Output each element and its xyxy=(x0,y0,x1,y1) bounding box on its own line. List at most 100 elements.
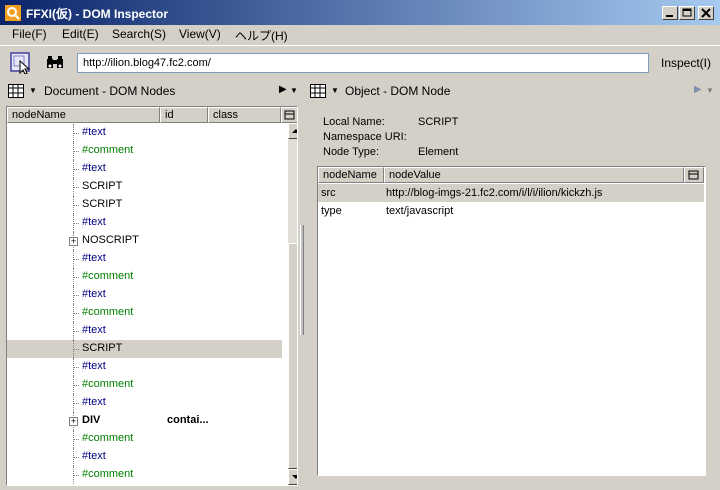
column-header-nodename[interactable]: nodeName xyxy=(7,107,160,123)
tree-guide xyxy=(73,331,79,332)
node-name: #text xyxy=(82,360,106,372)
tree-guide xyxy=(73,349,79,350)
play-arrow-icon[interactable]: ▶ xyxy=(694,84,702,95)
column-header-nodename[interactable]: nodeName xyxy=(318,167,384,183)
tree-guide xyxy=(73,151,79,152)
node-name: #text xyxy=(82,162,106,174)
vertical-scrollbar[interactable] xyxy=(288,123,297,485)
node-name: #text xyxy=(82,450,106,462)
node-name: #text xyxy=(82,252,106,264)
tree-guide xyxy=(73,385,79,386)
maximize-icon xyxy=(682,8,692,17)
node-name: #comment xyxy=(82,378,134,390)
scrollbar-thumb[interactable] xyxy=(288,243,297,469)
menu-search[interactable]: Search(S) xyxy=(112,27,166,41)
namespace-label: Namespace URI: xyxy=(323,131,407,143)
scroll-down-button[interactable] xyxy=(288,469,297,485)
tree-row[interactable]: #comment xyxy=(7,142,282,160)
tree-guide xyxy=(73,277,79,278)
close-icon xyxy=(701,8,711,18)
app-icon xyxy=(5,5,21,21)
tree-row[interactable]: + DIV contai... xyxy=(7,412,282,430)
tree-row[interactable]: #text xyxy=(7,394,282,412)
attribute-name: src xyxy=(321,187,336,199)
tree-row[interactable]: SCRIPT xyxy=(7,340,282,358)
menu-edit[interactable]: Edit(E) xyxy=(62,27,99,41)
minimize-button[interactable] xyxy=(662,6,678,20)
node-name: SCRIPT xyxy=(82,180,123,192)
inspect-button[interactable]: Inspect(I) xyxy=(656,56,716,70)
dom-tree[interactable]: nodeName id class #text #comment #text SCRI… xyxy=(6,106,298,486)
expand-toggle[interactable]: + xyxy=(69,417,78,426)
url-input[interactable] xyxy=(77,53,649,73)
expand-toggle[interactable]: + xyxy=(69,237,78,246)
tree-row[interactable]: + NOSCRIPT xyxy=(7,232,282,250)
node-type-label: Node Type: xyxy=(323,146,380,158)
scroll-up-button[interactable] xyxy=(288,123,297,139)
column-header-id[interactable]: id xyxy=(160,107,208,123)
chevron-down-icon[interactable]: ▼ xyxy=(331,86,339,95)
arrow-up-icon xyxy=(292,129,297,133)
tree-row[interactable]: SCRIPT xyxy=(7,178,282,196)
panel-grid-icon[interactable] xyxy=(310,84,326,98)
column-picker-icon xyxy=(688,170,699,180)
right-pane-header: ▼ Object - DOM Node ▶ ▼ xyxy=(304,80,720,102)
tree-row[interactable]: #comment xyxy=(7,376,282,394)
title-bar[interactable]: FFXI(仮) - DOM Inspector xyxy=(0,0,720,25)
tree-row[interactable]: #text xyxy=(7,448,282,466)
play-arrow-icon[interactable]: ▶ xyxy=(279,84,287,95)
close-button[interactable] xyxy=(698,6,714,20)
node-name: SCRIPT xyxy=(82,198,123,210)
column-header-nodevalue[interactable]: nodeValue xyxy=(384,167,684,183)
tree-row[interactable]: #text xyxy=(7,250,282,268)
node-name: #text xyxy=(82,216,106,228)
tree-guide xyxy=(73,313,79,314)
tree-guide xyxy=(73,403,79,404)
attributes-table[interactable]: nodeName nodeValue src http://blog-imgs-2… xyxy=(317,166,706,476)
tree-guide xyxy=(73,133,79,134)
node-id: contai... xyxy=(167,414,209,426)
tree-row[interactable]: #text xyxy=(7,214,282,232)
tree-row[interactable]: #text xyxy=(7,160,282,178)
tree-row[interactable]: SCRIPT xyxy=(7,196,282,214)
tree-rows: #text #comment #text SCRIPT SCRIPT #text + NOSC… xyxy=(7,124,282,484)
tree-row[interactable]: #comment xyxy=(7,466,282,484)
attribute-name: type xyxy=(321,205,342,217)
splitter-grip[interactable] xyxy=(300,225,304,335)
tree-guide xyxy=(73,259,79,260)
panel-grid-icon[interactable] xyxy=(8,84,24,98)
tree-row[interactable]: #text xyxy=(7,286,282,304)
tree-guide xyxy=(73,295,79,296)
chevron-down-icon[interactable]: ▼ xyxy=(706,86,714,95)
arrow-down-icon xyxy=(292,475,297,479)
column-header-class[interactable]: class xyxy=(208,107,281,123)
tree-row[interactable]: #comment xyxy=(7,430,282,448)
tree-guide xyxy=(73,475,79,476)
chevron-down-icon[interactable]: ▼ xyxy=(290,86,298,95)
tree-row[interactable]: #comment xyxy=(7,304,282,322)
tree-row[interactable]: #comment xyxy=(7,268,282,286)
column-picker-button[interactable] xyxy=(684,167,704,183)
node-name: #text xyxy=(82,324,106,336)
maximize-button[interactable] xyxy=(679,6,695,20)
binoculars-icon[interactable] xyxy=(45,53,65,73)
attribute-value: text/javascript xyxy=(386,205,454,217)
attribute-row[interactable]: src http://blog-imgs-21.fc2.com/i/l/i/ili… xyxy=(318,184,704,202)
tree-guide xyxy=(73,205,79,206)
node-type-value: Element xyxy=(418,146,459,158)
tree-row[interactable]: #text xyxy=(7,322,282,340)
inspect-pointer-icon[interactable] xyxy=(10,52,32,74)
column-picker-button[interactable] xyxy=(281,107,297,123)
menu-file[interactable]: File(F) xyxy=(12,27,47,41)
menu-help[interactable]: ヘルプ(H) xyxy=(235,27,288,44)
menu-view[interactable]: View(V) xyxy=(179,27,221,41)
tree-guide xyxy=(73,187,79,188)
menu-bar: File(F) Edit(E) Search(S) View(V) ヘルプ(H) xyxy=(0,25,720,44)
chevron-down-icon[interactable]: ▼ xyxy=(29,86,37,95)
node-name: #comment xyxy=(82,432,134,444)
node-name: #comment xyxy=(82,306,134,318)
attribute-row[interactable]: type text/javascript xyxy=(318,202,704,220)
tree-row[interactable]: #text xyxy=(7,124,282,142)
right-pane-title: Object - DOM Node xyxy=(345,84,451,98)
tree-row[interactable]: #text xyxy=(7,358,282,376)
